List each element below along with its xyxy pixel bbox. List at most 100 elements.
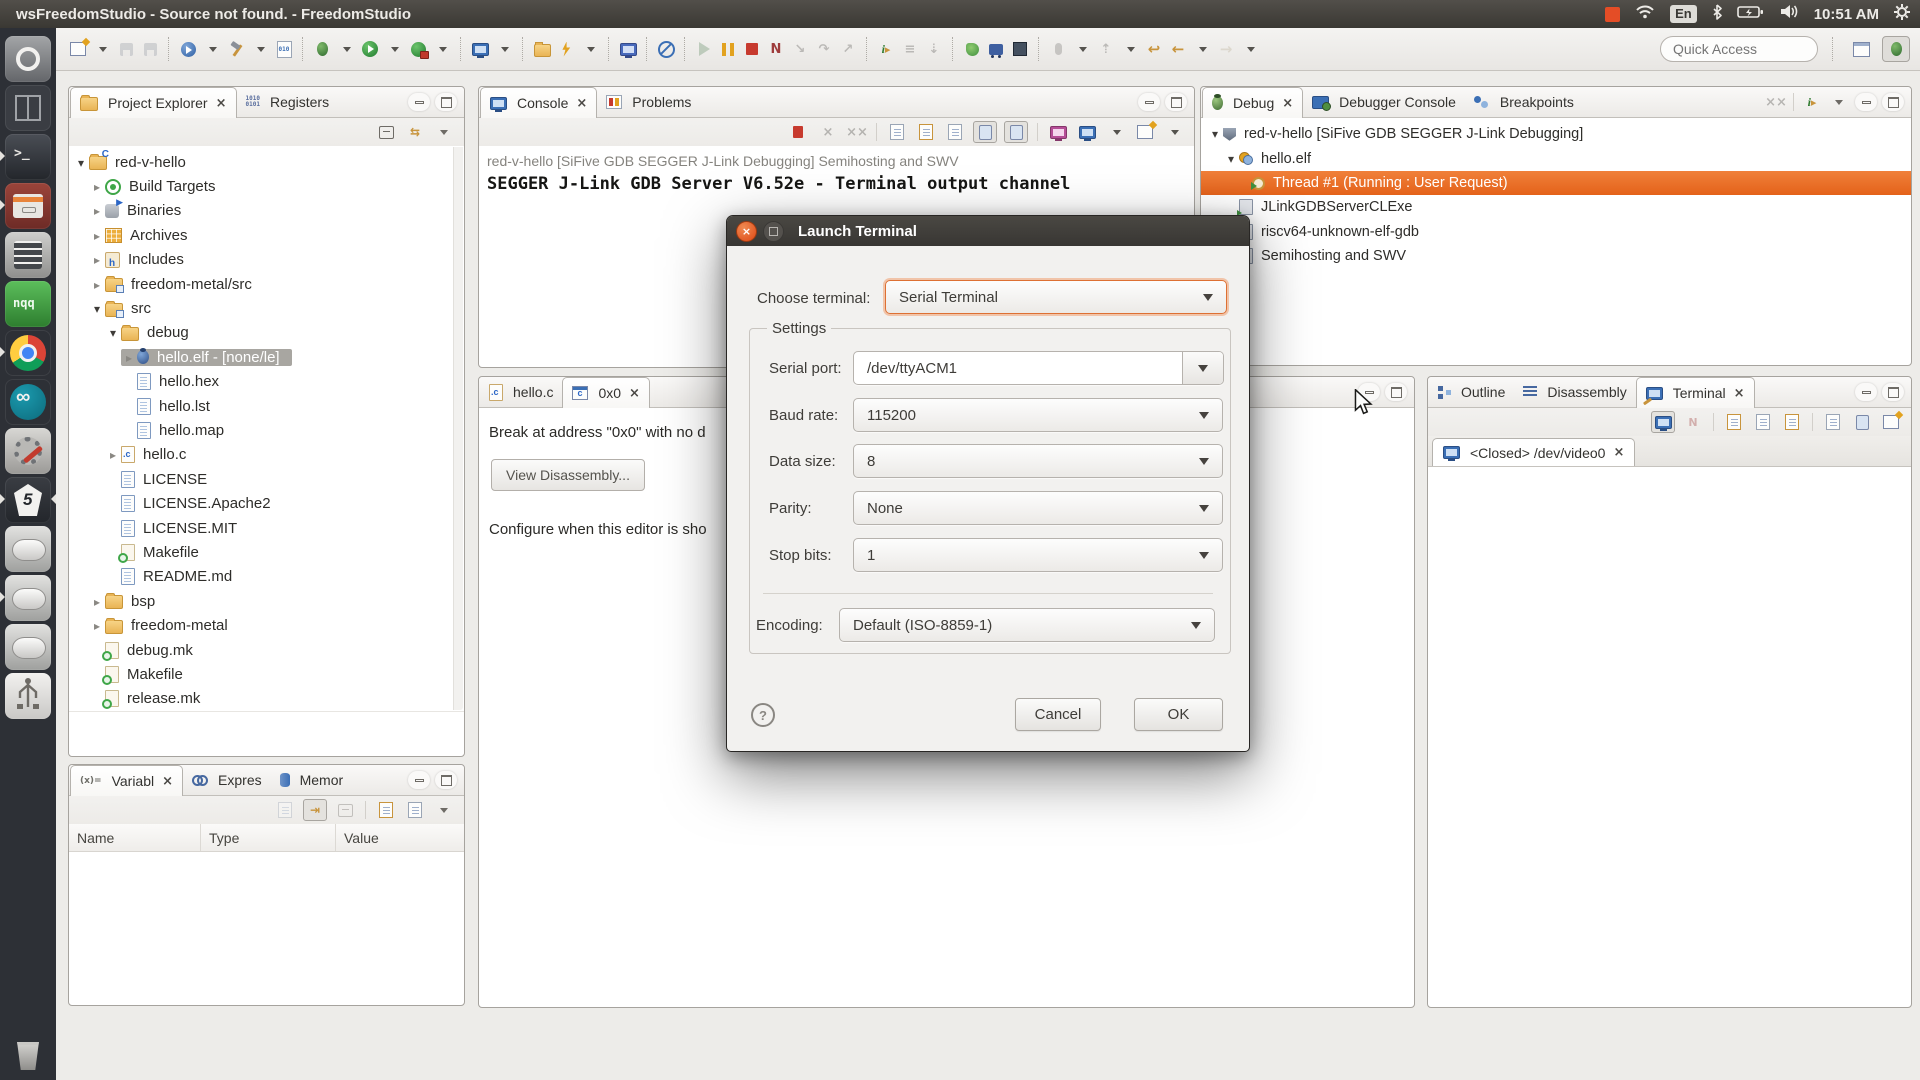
copy-button[interactable] [1822, 412, 1844, 432]
arduino-icon[interactable] [5, 379, 51, 425]
pin-console-button[interactable] [1047, 122, 1069, 142]
expand-dropdown[interactable] [1119, 37, 1141, 61]
ok-button[interactable]: OK [1134, 698, 1223, 731]
disk-drive-1-icon[interactable] [5, 526, 51, 572]
show-stderr-button[interactable] [1004, 121, 1028, 143]
debug-dropdown[interactable] [335, 37, 357, 61]
tree-item[interactable]: freedom-metal/src [69, 272, 464, 296]
bluetooth-icon[interactable] [1712, 3, 1722, 25]
resume-button[interactable] [693, 37, 715, 61]
forward-button[interactable]: → [1215, 37, 1237, 61]
scrollbar[interactable] [453, 147, 463, 710]
ubuntu-dash-icon[interactable] [5, 36, 51, 82]
build-dropdown[interactable] [249, 37, 271, 61]
back-dropdown[interactable] [1191, 37, 1213, 61]
minimize-button[interactable] [408, 93, 430, 111]
run-dropdown[interactable] [383, 37, 405, 61]
tab-console[interactable]: Console × [480, 87, 598, 118]
cancel-button[interactable]: Cancel [1015, 698, 1101, 731]
tab-disassembly[interactable]: Disassembly [1514, 377, 1635, 407]
tab-debugger-console[interactable]: Debugger Console [1303, 87, 1465, 117]
minimize-button[interactable] [1855, 383, 1877, 401]
tree-item[interactable]: Archives [69, 223, 464, 247]
dialog-close-icon[interactable]: × [736, 220, 757, 242]
remove-all-launches-button[interactable]: ×× [845, 122, 868, 142]
instruction-stepping-button[interactable]: i [875, 37, 897, 61]
show-threads-button[interactable]: ≡ [899, 37, 921, 61]
column-value[interactable]: Value [336, 824, 464, 851]
run-button[interactable] [359, 37, 381, 61]
debug-perspective-button[interactable] [1882, 36, 1910, 62]
close-icon[interactable]: × [1282, 96, 1293, 111]
terminal-connection-tab[interactable]: <Closed> /dev/video0 × [1432, 438, 1636, 466]
paste-button[interactable] [1851, 412, 1873, 432]
expand-arrow-icon[interactable] [73, 154, 89, 171]
remove-launch-button[interactable]: × [816, 122, 838, 142]
tree-item[interactable]: debug [69, 321, 464, 345]
terminal-app-icon[interactable] [0, 134, 51, 180]
collapse-all-button[interactable] [375, 122, 397, 142]
close-icon[interactable]: × [576, 96, 587, 111]
external-tools-button[interactable] [407, 37, 429, 61]
quick-access-input[interactable] [1660, 36, 1818, 62]
step-return-button[interactable]: ↗ [837, 37, 859, 61]
expand-arrow-icon[interactable] [89, 276, 105, 293]
expand-arrow-icon[interactable] [89, 251, 105, 268]
profile-button[interactable] [961, 37, 983, 61]
tree-item[interactable]: LICENSE.MIT [69, 516, 464, 540]
tree-item[interactable]: Makefile [69, 662, 464, 686]
tab-debug[interactable]: Debug × [1202, 87, 1304, 118]
tree-item[interactable]: freedom-metal [69, 613, 464, 637]
close-icon[interactable]: × [162, 774, 173, 789]
expand-arrow-icon[interactable] [89, 617, 105, 634]
maximize-button[interactable] [1882, 383, 1904, 401]
tab-project-explorer[interactable]: Project Explorer × [70, 87, 237, 118]
debug-process-item[interactable]: riscv64-unknown-elf-gdb [1201, 220, 1911, 244]
serial-port-combo[interactable]: /dev/ttyACM1 [853, 351, 1224, 385]
upload-flash-button[interactable] [177, 37, 199, 61]
tree-item[interactable]: debug.mk [69, 638, 464, 662]
close-icon[interactable]: × [216, 96, 227, 111]
new-wizard-dropdown[interactable] [91, 37, 113, 61]
chip-tool-button[interactable] [1009, 37, 1031, 61]
clock[interactable]: 10:51 AM [1814, 6, 1879, 23]
debug-thread-item-selected[interactable]: Thread #1 (Running : User Request) [1201, 170, 1911, 196]
freedomstudio-icon[interactable] [0, 477, 56, 523]
dialog-titlebar[interactable]: × Launch Terminal [727, 216, 1249, 246]
disk-drive-3-icon[interactable] [5, 624, 51, 670]
maximize-button[interactable] [435, 771, 457, 789]
open-terminal-button[interactable] [1651, 411, 1675, 433]
record-button[interactable] [1047, 37, 1069, 61]
tab-outline[interactable]: Outline [1429, 377, 1514, 407]
disconnect-button[interactable]: N [765, 37, 787, 61]
clear-console-button[interactable] [886, 122, 908, 142]
maximize-button[interactable] [435, 93, 457, 111]
console-view-button[interactable] [469, 37, 491, 61]
open-console-button[interactable] [1134, 122, 1156, 142]
tree-item[interactable]: hello.lst [69, 394, 464, 418]
word-wrap-button[interactable] [944, 122, 966, 142]
console-button[interactable] [617, 37, 639, 61]
connect-terminal-button[interactable] [1723, 412, 1745, 432]
expand-arrow-icon[interactable] [105, 446, 121, 463]
help-button[interactable]: ? [751, 703, 775, 727]
tree-item[interactable]: src [69, 296, 464, 320]
tree-item[interactable]: release.mk [69, 687, 464, 711]
collapse-all-button[interactable] [334, 800, 356, 820]
expand-arrow-icon[interactable] [89, 202, 105, 219]
terminate-button[interactable] [787, 122, 809, 142]
notepadqq-icon[interactable] [5, 281, 51, 327]
debug-launch-item[interactable]: red-v-hello [SiFive GDB SEGGER J-Link De… [1201, 122, 1911, 146]
dialog-maximize-icon[interactable] [763, 220, 784, 242]
maximize-button[interactable] [1165, 93, 1187, 111]
parity-select[interactable]: None [853, 491, 1223, 525]
recording-indicator-icon[interactable] [1605, 6, 1621, 22]
view-menu-button[interactable] [433, 122, 455, 142]
column-name[interactable]: Name [69, 824, 201, 851]
disconnect-terminal-button[interactable] [1752, 412, 1774, 432]
tab-variables[interactable]: (x)= Variabl × [70, 765, 184, 796]
tree-item[interactable]: LICENSE.Apache2 [69, 491, 464, 515]
maximize-button[interactable] [1882, 93, 1904, 111]
workspace-switcher-icon[interactable] [5, 85, 51, 131]
skip-all-breakpoints-button[interactable] [655, 37, 677, 61]
